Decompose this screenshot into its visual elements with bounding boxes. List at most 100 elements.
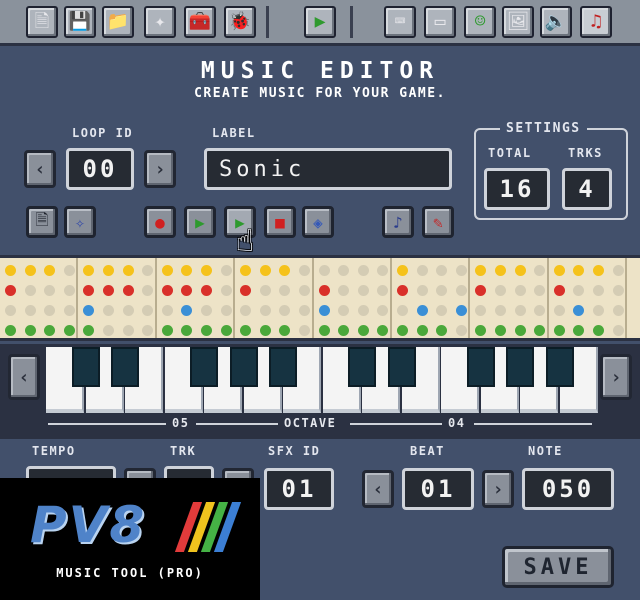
loop-next-button[interactable]: › [144, 150, 176, 188]
piano-black-key[interactable] [190, 347, 218, 387]
grid-cell[interactable] [240, 305, 252, 316]
file-icon[interactable]: 🗎 [26, 6, 58, 38]
grid-cell[interactable] [416, 285, 428, 296]
grid-cell[interactable] [612, 325, 624, 336]
grid-cell[interactable] [495, 305, 506, 316]
grid-cell[interactable] [63, 265, 75, 276]
grid-cell[interactable] [593, 285, 604, 296]
grid-cell[interactable] [612, 305, 624, 316]
grid-cell[interactable] [357, 325, 369, 336]
tempo-icon[interactable]: ◈ [302, 206, 334, 238]
piano-black-key[interactable] [111, 347, 139, 387]
grid-cell[interactable] [103, 285, 114, 296]
grid-cell[interactable] [181, 265, 193, 276]
piano-black-key[interactable] [387, 347, 416, 387]
grid-cell[interactable] [142, 325, 154, 336]
grid-cell[interactable] [240, 325, 252, 336]
grid-cell[interactable] [24, 265, 36, 276]
grid-cell[interactable] [436, 265, 448, 276]
sequencer-grid[interactable] [0, 255, 640, 341]
grid-cell[interactable] [534, 285, 546, 296]
speaker-icon[interactable]: 🔈 [540, 6, 572, 38]
grid-cell[interactable] [436, 325, 448, 336]
grid-cell[interactable] [553, 325, 565, 336]
grid-cell[interactable] [612, 265, 624, 276]
grid-cell[interactable] [318, 325, 330, 336]
grid-cell[interactable] [44, 285, 56, 296]
grid-cell[interactable] [83, 305, 95, 316]
grid-cell[interactable] [259, 265, 271, 276]
play-icon[interactable]: ▶ [304, 6, 336, 38]
grid-cell[interactable] [455, 265, 467, 276]
grid-cell[interactable] [201, 265, 212, 276]
grid-cell[interactable] [318, 285, 330, 296]
grid-cell[interactable] [279, 325, 291, 336]
grid-cell[interactable] [259, 285, 271, 296]
grid-cell[interactable] [397, 305, 408, 316]
grid-cell[interactable] [24, 285, 36, 296]
toolbox-icon[interactable]: 🧰 [184, 6, 216, 38]
grid-cell[interactable] [416, 325, 428, 336]
grid-cell[interactable] [142, 285, 154, 296]
grid-cell[interactable] [44, 265, 56, 276]
grid-cell[interactable] [201, 305, 212, 316]
wand-icon[interactable]: ✧ [64, 206, 96, 238]
beat-prev-button[interactable]: ‹ [362, 470, 394, 508]
grid-cell[interactable] [318, 305, 330, 316]
grid-cell[interactable] [259, 325, 271, 336]
grid-cell[interactable] [357, 285, 369, 296]
piano-black-key[interactable] [466, 347, 495, 387]
grid-cell[interactable] [44, 305, 56, 316]
grid-cell[interactable] [455, 325, 467, 336]
grid-cell[interactable] [44, 325, 56, 336]
face-icon[interactable]: ☺ [464, 6, 496, 38]
grid-cell[interactable] [279, 305, 291, 316]
grid-cell[interactable] [612, 285, 624, 296]
grid-cell[interactable] [377, 265, 389, 276]
floppy-save-icon[interactable]: 💾 [64, 6, 96, 38]
grid-cell[interactable] [514, 305, 526, 316]
grid-cell[interactable] [5, 285, 16, 296]
tilemap-icon[interactable]: ✦ [144, 6, 176, 38]
new-song-icon[interactable]: 🗎 [26, 206, 58, 238]
grid-cell[interactable] [455, 305, 467, 316]
grid-cell[interactable] [377, 285, 389, 296]
beat-next-button[interactable]: › [482, 470, 514, 508]
grid-cell[interactable] [201, 325, 212, 336]
grid-cell[interactable] [534, 325, 546, 336]
grid-cell[interactable] [553, 305, 565, 316]
grid-cell[interactable] [142, 265, 154, 276]
grid-cell[interactable] [63, 305, 75, 316]
grid-cell[interactable] [161, 305, 173, 316]
grid-cell[interactable] [63, 325, 75, 336]
grid-cell[interactable] [299, 305, 310, 316]
grid-cell[interactable] [220, 265, 232, 276]
grid-cell[interactable] [514, 265, 526, 276]
grid-cell[interactable] [122, 325, 134, 336]
grid-cell[interactable] [161, 325, 173, 336]
grid-cell[interactable] [103, 265, 114, 276]
trks-field[interactable]: 4 [562, 168, 612, 210]
grid-cell[interactable] [122, 305, 134, 316]
grid-cell[interactable] [573, 265, 585, 276]
grid-cell[interactable] [299, 285, 310, 296]
grid-cell[interactable] [24, 305, 36, 316]
grid-cell[interactable] [338, 325, 350, 336]
grid-cell[interactable] [240, 285, 252, 296]
loop-id-field[interactable]: 00 [66, 148, 134, 190]
grid-cell[interactable] [495, 325, 506, 336]
grid-cell[interactable] [181, 325, 193, 336]
total-field[interactable]: 16 [484, 168, 550, 210]
grid-cell[interactable] [318, 265, 330, 276]
grid-cell[interactable] [397, 265, 408, 276]
save-button[interactable]: SAVE [502, 546, 614, 588]
grid-cell[interactable] [377, 305, 389, 316]
grid-cell[interactable] [83, 265, 95, 276]
grid-cell[interactable] [279, 285, 291, 296]
grid-cell[interactable] [220, 305, 232, 316]
grid-cell[interactable] [5, 325, 16, 336]
song-label-input[interactable]: Sonic [204, 148, 452, 190]
grid-cell[interactable] [357, 265, 369, 276]
grid-cell[interactable] [103, 305, 114, 316]
grid-cell[interactable] [534, 305, 546, 316]
